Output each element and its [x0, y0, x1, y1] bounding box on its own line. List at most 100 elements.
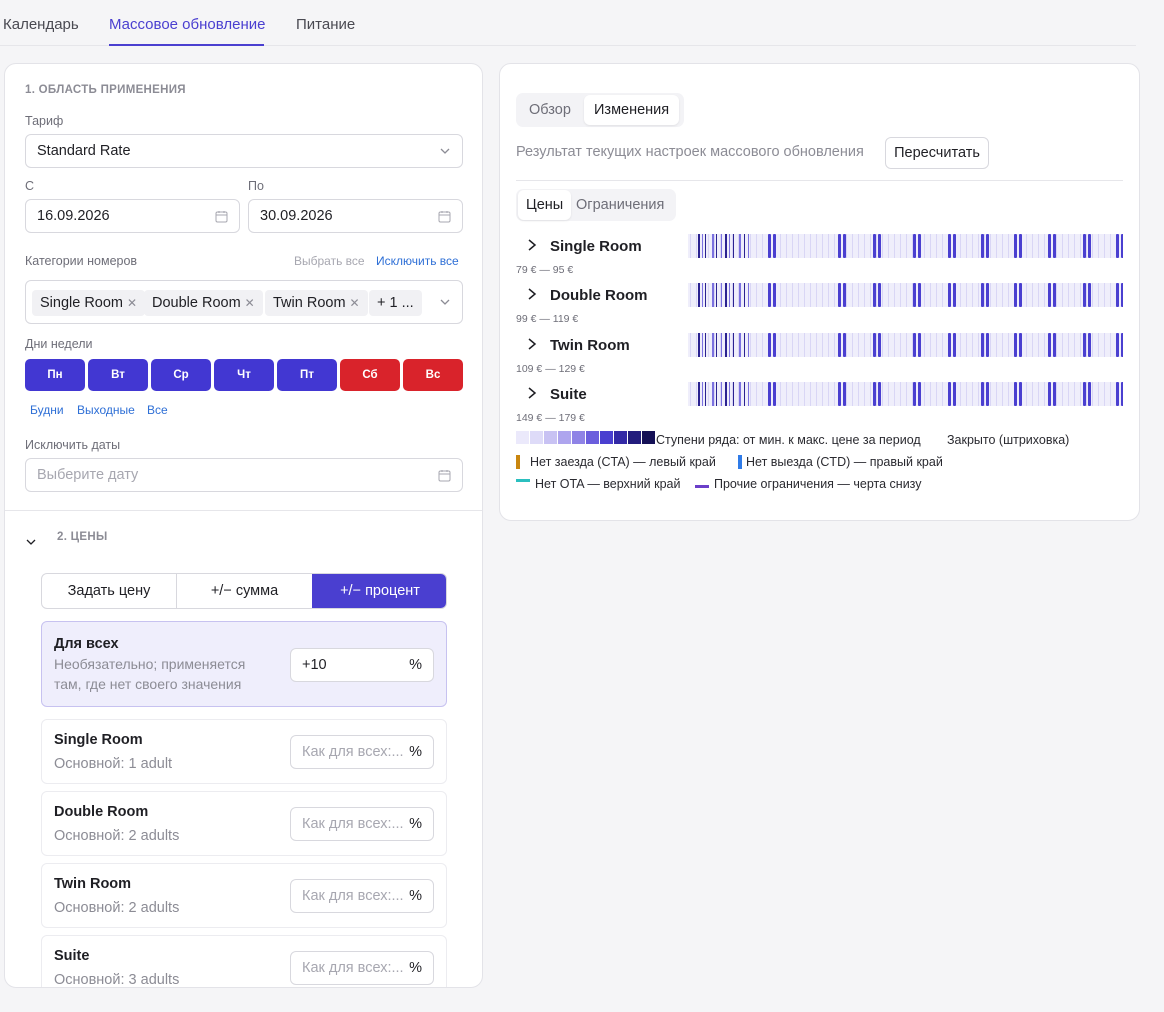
amount-mode[interactable]: +/− сумма: [177, 574, 312, 608]
strip-hatch: [1026, 382, 1027, 406]
tab-overview[interactable]: Обзор: [519, 95, 581, 125]
strip-hatch: [1038, 382, 1039, 406]
subtab-prices[interactable]: Цены: [518, 190, 572, 220]
room-percent-input[interactable]: Как для всех:...%: [290, 879, 434, 913]
strip-hatch: [936, 382, 937, 406]
room-percent-input[interactable]: Как для всех:...%: [290, 807, 434, 841]
room-percent-input[interactable]: Как для всех:...%: [290, 951, 434, 985]
percent-mode[interactable]: +/− процент: [312, 574, 446, 608]
weekends-quick-link[interactable]: Выходные: [77, 403, 135, 417]
strip-hatch: [912, 283, 913, 307]
chevron-down-icon[interactable]: [25, 536, 37, 548]
strip-hatch: [690, 333, 691, 357]
strip-weekend-mark: [1116, 382, 1119, 406]
rate-select[interactable]: Standard Rate: [25, 134, 463, 168]
day-sat-button[interactable]: Сб: [340, 359, 400, 391]
strip-weekend-mark: [918, 234, 921, 258]
exclude-dates-input[interactable]: Выберите дату: [25, 458, 463, 492]
remove-chip-icon[interactable]: ✕: [245, 296, 255, 310]
strip-hatch: [966, 333, 967, 357]
all-rooms-percent-input[interactable]: +10 %: [290, 648, 434, 682]
day-sun-button[interactable]: Вс: [403, 359, 463, 391]
tab-changes[interactable]: Изменения: [584, 95, 680, 125]
day-thu-button[interactable]: Чт: [214, 359, 274, 391]
strip-hatch: [822, 382, 823, 406]
strip-hatch: [1038, 234, 1039, 258]
tab-calendar[interactable]: Календарь: [3, 16, 79, 33]
recalculate-button[interactable]: Пересчитать: [885, 137, 989, 169]
strip-day-mark: [702, 234, 703, 258]
strip-weekend-mark: [1019, 382, 1022, 406]
strip-day-mark: [705, 234, 706, 258]
chevron-right-icon[interactable]: [526, 337, 538, 351]
strip-weekend-mark: [1014, 234, 1017, 258]
strip-weekend-mark: [986, 382, 989, 406]
tab-meals[interactable]: Питание: [296, 16, 355, 33]
tab-bulk-update[interactable]: Массовое обновление: [109, 16, 265, 33]
to-date-input[interactable]: 30.09.2026: [248, 199, 463, 233]
strip-hatch: [738, 234, 739, 258]
strip-hatch: [696, 283, 697, 307]
strip-hatch: [990, 333, 991, 357]
chevron-right-icon[interactable]: [526, 287, 538, 301]
strip-weekend-mark: [913, 382, 916, 406]
all-days-quick-link[interactable]: Все: [147, 403, 168, 417]
select-all-link[interactable]: Выбрать все: [294, 254, 365, 268]
strip-hatch: [912, 333, 913, 357]
day-wed-button[interactable]: Ср: [151, 359, 211, 391]
strip-hatch: [900, 333, 901, 357]
strip-hatch: [708, 382, 709, 406]
room-chip-twin: Twin Room ✕: [265, 290, 368, 316]
preview-room-row[interactable]: Single Room 79 € — 95 €: [516, 234, 1126, 282]
room-category-multiselect[interactable]: Single Room ✕ Double Room ✕ Twin Room ✕ + 1…: [25, 280, 463, 324]
day-mon-button[interactable]: Пн: [25, 359, 85, 391]
preview-room-row[interactable]: Suite 149 € — 179 €: [516, 382, 1126, 430]
strip-hatch: [966, 382, 967, 406]
strip-hatch: [900, 382, 901, 406]
strip-hatch: [1068, 283, 1069, 307]
strip-hatch: [882, 333, 883, 357]
strip-weekend-mark: [773, 283, 776, 307]
weekdays-quick-link[interactable]: Будни: [30, 403, 64, 417]
strip-weekend-mark: [1121, 234, 1123, 258]
strip-background: [688, 283, 1123, 307]
strip-weekend-mark: [873, 333, 876, 357]
strip-weekend-mark: [1088, 333, 1091, 357]
strip-hatch: [1074, 333, 1075, 357]
chevron-right-icon[interactable]: [526, 386, 538, 400]
price-mode-segmented: Задать цену +/− сумма +/− процент: [41, 573, 447, 609]
chevron-right-icon[interactable]: [526, 238, 538, 252]
preview-room-row[interactable]: Double Room 99 € — 119 €: [516, 283, 1126, 331]
strip-hatch: [690, 283, 691, 307]
exclude-all-link[interactable]: Исключить все: [376, 254, 459, 268]
strip-hatch: [876, 382, 877, 406]
strip-hatch: [1104, 382, 1105, 406]
preview-room-row[interactable]: Twin Room 109 € — 129 €: [516, 333, 1126, 381]
strip-hatch: [720, 283, 721, 307]
day-tue-button[interactable]: Вт: [88, 359, 148, 391]
strip-hatch: [846, 382, 847, 406]
room-percent-input[interactable]: Как для всех:...%: [290, 735, 434, 769]
day-fri-button[interactable]: Пт: [277, 359, 337, 391]
strip-weekend-mark: [838, 333, 841, 357]
preview-room-range: 109 € — 129 €: [516, 363, 585, 375]
set-price-mode[interactable]: Задать цену: [42, 574, 177, 608]
remove-chip-icon[interactable]: ✕: [127, 296, 137, 310]
strip-hatch: [1008, 234, 1009, 258]
more-chips[interactable]: + 1 ...: [369, 290, 422, 316]
strip-hatch: [1074, 382, 1075, 406]
remove-chip-icon[interactable]: ✕: [350, 296, 360, 310]
strip-weekend-mark: [1121, 283, 1123, 307]
strip-weekend-mark: [1116, 283, 1119, 307]
percent-unit: %: [409, 657, 422, 673]
strip-weekend-mark: [948, 234, 951, 258]
strip-hatch: [714, 382, 715, 406]
subtab-restrictions[interactable]: Ограничения: [568, 190, 672, 220]
strip-hatch: [834, 234, 835, 258]
strip-hatch: [978, 283, 979, 307]
preview-room-range: 149 € — 179 €: [516, 412, 585, 424]
strip-weekend-mark: [918, 382, 921, 406]
strip-hatch: [1038, 333, 1039, 357]
from-date-input[interactable]: 16.09.2026: [25, 199, 240, 233]
strip-weekend-mark: [1053, 333, 1056, 357]
